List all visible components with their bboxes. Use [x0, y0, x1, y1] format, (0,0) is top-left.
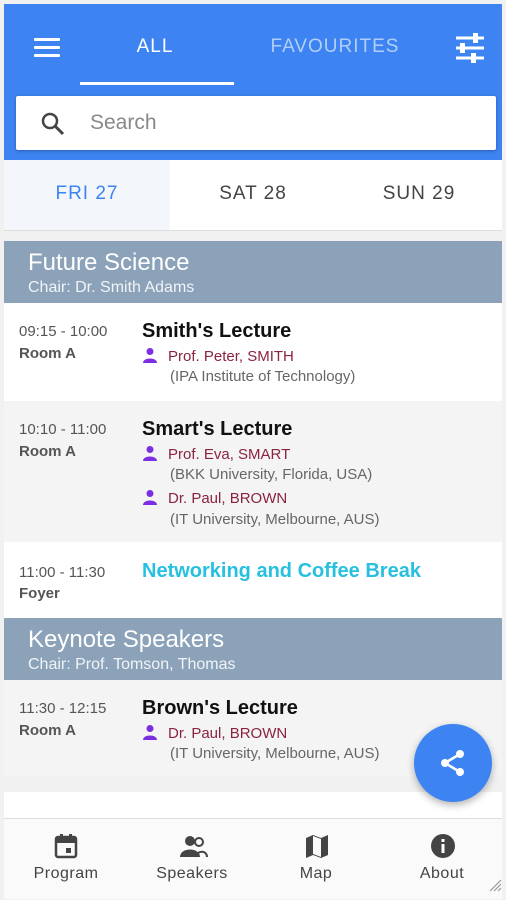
speaker-name[interactable]: Dr. Paul, BROWN — [142, 724, 287, 742]
session-header: Future Science Chair: Dr. Smith Adams — [4, 241, 502, 303]
person-icon — [143, 725, 157, 740]
speaker-affiliation: (IT University, Melbourne, AUS) — [170, 511, 380, 528]
tab-favourites[interactable]: FAVOURITES — [254, 32, 416, 62]
search-bar — [16, 96, 496, 150]
person-icon — [143, 348, 157, 363]
person-icon — [143, 490, 157, 505]
session-chair: Chair: Prof. Tomson, Thomas — [28, 656, 236, 673]
speaker-name-text: Prof. Eva, SMART — [168, 446, 291, 463]
item-time: 09:15 - 10:00 — [19, 323, 108, 340]
calendar-icon — [54, 834, 78, 859]
list-item — [4, 792, 502, 818]
speaker-affiliation: (IPA Institute of Technology) — [170, 368, 356, 385]
item-room: Room A — [19, 722, 76, 739]
speaker-name-text: Prof. Peter, SMITH — [168, 348, 294, 365]
people-icon — [180, 836, 208, 858]
nav-label: Map — [299, 865, 333, 882]
program-item[interactable]: 09:15 - 10:00 Room A Smith's Lecture Pro… — [4, 303, 502, 401]
speaker-name-text: Dr. Paul, BROWN — [168, 490, 288, 507]
sliders-icon[interactable] — [450, 30, 490, 66]
item-room: Room A — [19, 345, 76, 362]
item-title: Smith's Lecture — [142, 320, 292, 342]
bottom-navigation: Program Speakers Map About — [4, 818, 502, 899]
item-time: 11:00 - 11:30 — [19, 564, 106, 581]
session-chair: Chair: Dr. Smith Adams — [28, 279, 195, 296]
item-room: Room A — [19, 443, 76, 460]
speaker-name[interactable]: Prof. Peter, SMITH — [142, 347, 294, 365]
item-room: Foyer — [19, 585, 60, 602]
speaker-name-text: Dr. Paul, BROWN — [168, 725, 288, 742]
program-item[interactable]: 10:10 - 11:00 Room A Smart's Lecture Pro… — [4, 401, 502, 542]
nav-speakers[interactable]: Speakers — [130, 819, 254, 899]
resize-grip-icon — [489, 879, 502, 892]
tab-day-sat-28[interactable]: SAT 28 — [170, 160, 336, 230]
program-item[interactable]: 11:00 - 11:30 Foyer Networking and Coffe… — [4, 542, 502, 618]
speaker-affiliation: (BKK University, Florida, USA) — [170, 466, 373, 483]
tab-all[interactable]: ALL — [78, 32, 232, 62]
search-input[interactable] — [90, 104, 480, 142]
session-header: Keynote Speakers Chair: Prof. Tomson, Th… — [4, 618, 502, 680]
session-title: Future Science — [28, 249, 190, 276]
speaker-name[interactable]: Dr. Paul, BROWN — [142, 489, 287, 507]
info-icon — [431, 834, 455, 858]
share-button[interactable] — [414, 724, 492, 802]
speaker-affiliation: (IT University, Melbourne, AUS) — [170, 745, 380, 762]
speaker-name[interactable]: Prof. Eva, SMART — [142, 445, 290, 463]
share-icon — [441, 750, 464, 776]
tab-indicator — [80, 82, 234, 85]
map-icon — [306, 835, 328, 858]
item-title: Networking and Coffee Break — [142, 560, 421, 582]
nav-map[interactable]: Map — [254, 819, 378, 899]
search-icon — [41, 112, 65, 136]
session-title: Keynote Speakers — [28, 626, 225, 653]
tab-day-fri-27[interactable]: FRI 27 — [4, 160, 170, 230]
nav-program[interactable]: Program — [4, 819, 128, 899]
person-icon — [143, 446, 157, 461]
item-title: Smart's Lecture — [142, 418, 293, 440]
item-time: 11:30 - 12:15 — [19, 700, 107, 717]
menu-icon[interactable] — [28, 32, 68, 62]
item-title: Brown's Lecture — [142, 697, 298, 719]
nav-label: Speakers — [156, 865, 228, 882]
tab-day-sun-29[interactable]: SUN 29 — [336, 160, 502, 230]
nav-label: Program — [33, 865, 99, 882]
day-tabs: FRI 27 SAT 28 SUN 29 — [4, 160, 502, 231]
item-time: 10:10 - 11:00 — [19, 421, 107, 438]
